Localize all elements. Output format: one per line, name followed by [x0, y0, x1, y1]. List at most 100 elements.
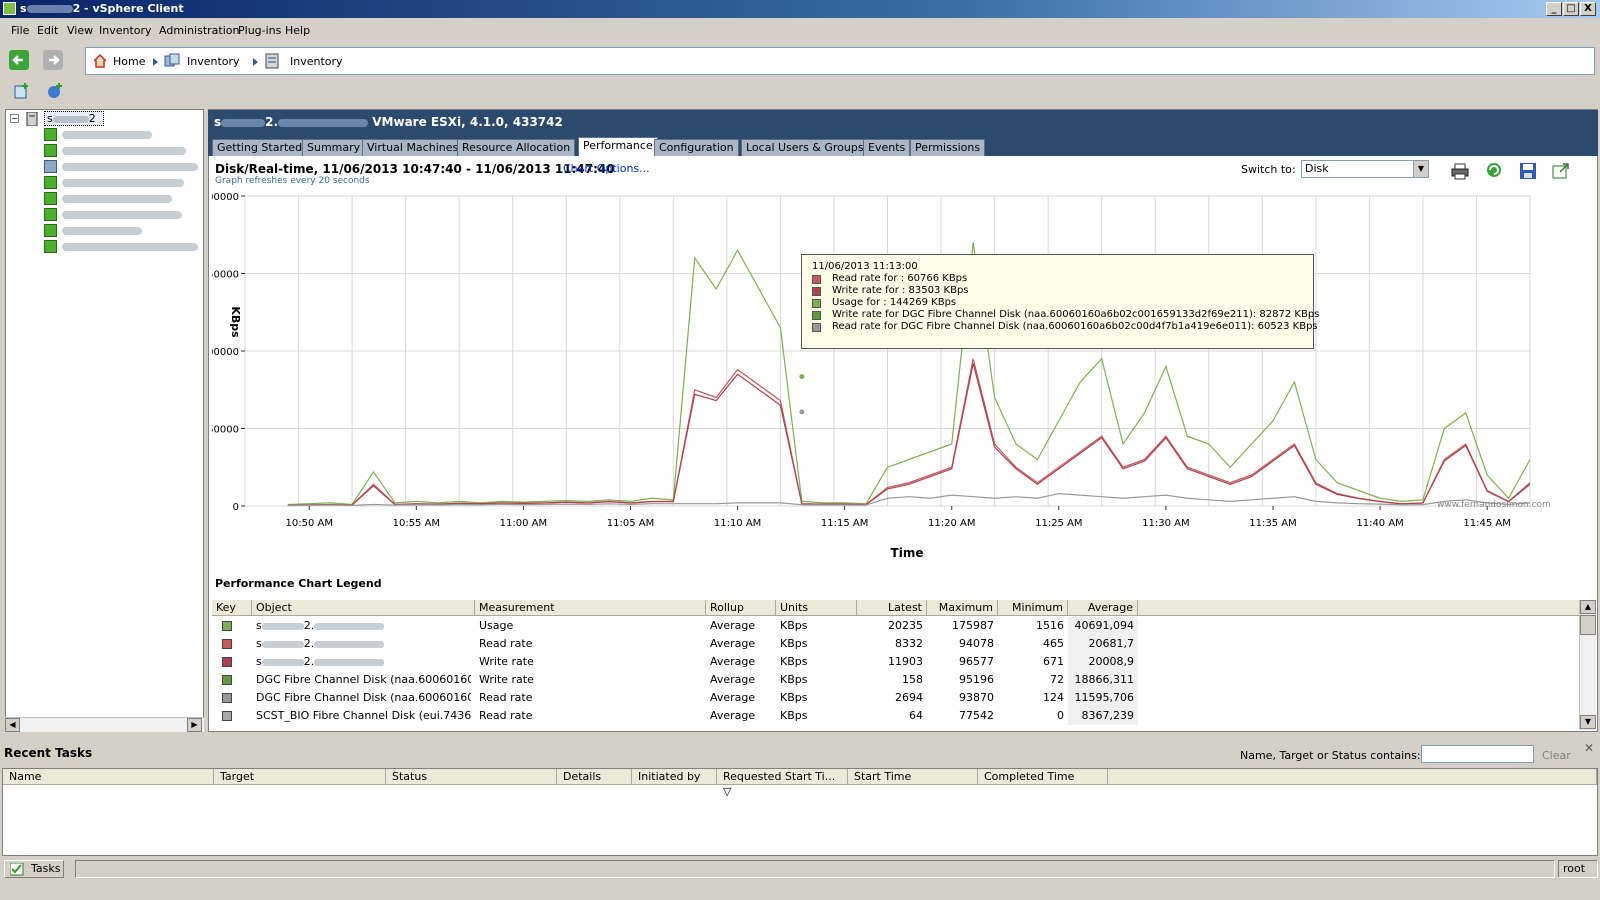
host-inventory-icon	[265, 53, 279, 69]
x-tick-label: 11:10 AM	[714, 518, 761, 529]
legend-col-filler	[1138, 600, 1580, 616]
tab-getting-started[interactable]: Getting Started	[212, 139, 308, 156]
clear-button[interactable]: Clear	[1542, 749, 1571, 762]
scroll-thumb[interactable]	[1580, 615, 1596, 635]
save-icon[interactable]	[1519, 162, 1537, 180]
legend-col-rollup[interactable]: Rollup	[706, 600, 776, 616]
menu-inventory[interactable]: Inventory	[99, 24, 152, 37]
add-host-button[interactable]	[13, 82, 31, 100]
tree-vm-item[interactable]	[44, 175, 204, 191]
tree-vm-item[interactable]	[44, 127, 204, 143]
legend-swatch	[812, 311, 821, 320]
redacted-text	[62, 195, 172, 203]
print-icon[interactable]	[1451, 162, 1469, 180]
refresh-icon[interactable]	[1485, 161, 1503, 179]
legend-cell-average: 11595,706	[1068, 689, 1138, 707]
scroll-up-button[interactable]: ▲	[1580, 600, 1596, 614]
scroll-right-button[interactable]: ▶	[187, 718, 202, 732]
back-button[interactable]	[9, 50, 29, 70]
filter-label[interactable]: Name, Target or Status contains: ▾	[1240, 749, 1430, 762]
task-col-name[interactable]: Name	[3, 769, 214, 785]
legend-col-units[interactable]: Units	[776, 600, 857, 616]
legend-cell-maximum: 77542	[959, 709, 994, 722]
tree-vm-item[interactable]	[44, 207, 204, 223]
recent-tasks-grid: Name Target Status Details Initiated by …	[2, 768, 1598, 856]
x-tick-label: 11:00 AM	[500, 518, 547, 529]
filter-input[interactable]	[1421, 745, 1534, 763]
legend-cell-minimum: 124	[1043, 691, 1064, 704]
task-col-filler	[1108, 769, 1597, 785]
menu-edit[interactable]: Edit	[37, 24, 58, 37]
task-col-completed-time[interactable]: Completed Time	[978, 769, 1108, 785]
close-button[interactable]: X	[1580, 2, 1596, 16]
maximize-button[interactable]: □	[1563, 2, 1579, 16]
legend-vertical-scrollbar[interactable]: ▲ ▼	[1579, 600, 1596, 730]
close-icon[interactable]: ✕	[1584, 741, 1594, 755]
minimize-button[interactable]: _	[1546, 2, 1562, 16]
switch-to-select[interactable]: Disk ▼	[1301, 160, 1429, 178]
legend-key-swatch[interactable]	[222, 639, 232, 649]
menu-plugins[interactable]: Plug-ins	[238, 24, 281, 37]
tasks-button[interactable]: Tasks	[4, 860, 64, 878]
tab-configuration[interactable]: Configuration	[654, 139, 739, 156]
tree-vm-item[interactable]	[44, 159, 204, 175]
tree-vm-item[interactable]	[44, 223, 204, 239]
breadcrumb-inventory-current[interactable]: Inventory	[290, 55, 343, 68]
breadcrumb-arrow-icon	[153, 58, 158, 66]
tree-collapse-toggle[interactable]: −	[10, 114, 19, 123]
popout-chart-icon[interactable]	[1552, 162, 1570, 180]
window-title-suffix: 2 - vSphere Client	[72, 2, 184, 15]
tab-events[interactable]: Events	[863, 139, 911, 156]
legend-key-swatch[interactable]	[222, 621, 232, 631]
task-col-details[interactable]: Details	[557, 769, 632, 785]
legend-col-maximum[interactable]: Maximum	[927, 600, 998, 616]
menu-view[interactable]: View	[67, 24, 93, 37]
tab-performance[interactable]: Performance	[578, 137, 658, 156]
tab-virtual-machines[interactable]: Virtual Machines	[362, 139, 464, 156]
legend-key-swatch[interactable]	[222, 693, 232, 703]
task-col-initiated-by[interactable]: Initiated by	[632, 769, 717, 785]
legend-col-minimum[interactable]: Minimum	[998, 600, 1068, 616]
scroll-left-button[interactable]: ◀	[5, 718, 20, 732]
tree-root-host[interactable]: s2	[44, 111, 104, 126]
task-col-target[interactable]: Target	[214, 769, 386, 785]
tree-vm-item[interactable]	[44, 143, 204, 159]
menu-file[interactable]: File	[11, 24, 29, 37]
legend-col-latest[interactable]: Latest	[857, 600, 927, 616]
task-col-start-time[interactable]: Start Time	[848, 769, 978, 785]
tree-horizontal-scrollbar[interactable]: ◀ ▶	[5, 717, 204, 732]
legend-col-key[interactable]: Key	[212, 600, 252, 616]
tab-local-users-groups[interactable]: Local Users & Groups	[741, 139, 869, 156]
task-col-status[interactable]: Status	[386, 769, 557, 785]
legend-cell-latest: 20235	[888, 619, 923, 632]
tree-vm-item[interactable]	[44, 191, 204, 207]
legend-cell-units: KBps	[780, 637, 808, 650]
menu-administration[interactable]: Administration	[159, 24, 240, 37]
legend-key-swatch[interactable]	[222, 675, 232, 685]
new-vm-button[interactable]	[46, 82, 64, 100]
host-header-suffix: VMware ESXi, 4.1.0, 433742	[368, 115, 563, 129]
tree-root-prefix: s	[47, 112, 53, 125]
y-axis-ticks: 0 50000 100000 150000 200000	[212, 192, 245, 513]
legend-key-swatch[interactable]	[222, 711, 232, 721]
legend-col-measurement[interactable]: Measurement	[475, 600, 706, 616]
tab-summary[interactable]: Summary	[302, 139, 366, 156]
legend-key-swatch[interactable]	[222, 657, 232, 667]
y-axis-label: KBps	[229, 306, 242, 338]
legend-object-suffix: 2.	[303, 619, 315, 632]
task-col-requested-start[interactable]: Requested Start Ti... ▽	[717, 769, 848, 798]
legend-col-average[interactable]: Average	[1068, 600, 1138, 616]
forward-button[interactable]	[43, 50, 63, 70]
breadcrumb-home[interactable]: Home	[113, 55, 145, 68]
tab-permissions[interactable]: Permissions	[910, 139, 986, 156]
legend-cell-rollup: Average	[710, 637, 756, 650]
legend-col-object[interactable]: Object	[252, 600, 475, 616]
breadcrumb-inventory[interactable]: Inventory	[187, 55, 240, 68]
chart-options-link[interactable]: Chart Options...	[563, 162, 650, 175]
menu-help[interactable]: Help	[285, 24, 310, 37]
tree-vm-item[interactable]	[44, 239, 204, 255]
scroll-down-button[interactable]: ▼	[1580, 715, 1596, 729]
legend-cell-rollup: Average	[710, 691, 756, 704]
tab-resource-allocation[interactable]: Resource Allocation	[457, 139, 576, 156]
x-axis-ticks: 10:50 AM 10:55 AM 11:00 AM 11:05 AM 11:10 AM…	[286, 506, 1511, 529]
